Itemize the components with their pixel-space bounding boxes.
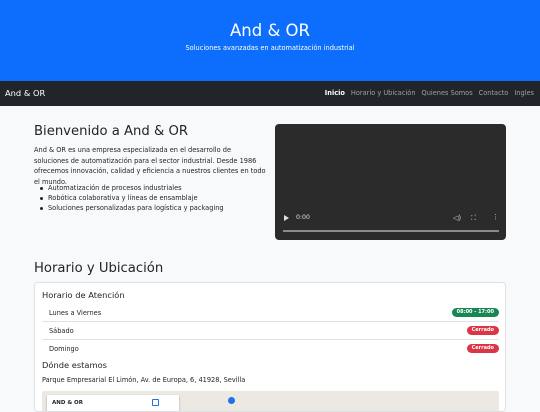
hero-banner: And & OR Soluciones avanzadas en automat… bbox=[0, 0, 540, 81]
schedule-day: Domingo bbox=[49, 345, 79, 353]
fullscreen-icon[interactable]: ⛶ bbox=[471, 214, 476, 223]
location-address: Parque Empresarial El Limón, Av. de Euro… bbox=[42, 376, 246, 384]
more-options-icon[interactable]: ⋮ bbox=[492, 213, 499, 221]
nav-links: Inicio Horario y Ubicación Quienes Somos… bbox=[325, 89, 534, 97]
status-badge: Cerrado bbox=[466, 344, 499, 353]
video-time: 0:00 bbox=[296, 214, 310, 221]
map-embed[interactable]: AND & OR bbox=[42, 391, 499, 411]
hero-subtitle: Soluciones avanzadas en automatización i… bbox=[185, 44, 355, 52]
schedule-day: Sábado bbox=[49, 327, 74, 335]
feature-list: Automatización de procesos industriales … bbox=[39, 183, 224, 213]
video-player[interactable]: 0:00 ◁) ⛶ ⋮ bbox=[275, 124, 506, 240]
hero-title: And & OR bbox=[229, 21, 311, 40]
list-item: Robótica colaborativa y líneas de ensamb… bbox=[39, 193, 224, 203]
location-title: Dónde estamos bbox=[42, 360, 107, 370]
map-info-card: AND & OR bbox=[47, 395, 179, 411]
volume-icon[interactable]: ◁) bbox=[453, 214, 461, 222]
welcome-title: Bienvenido a And & OR bbox=[34, 124, 188, 139]
map-card-title: AND & OR bbox=[52, 400, 83, 406]
schedule-card: Horario de Atención Lunes a Viernes 08:0… bbox=[34, 282, 506, 412]
nav-link-contacto[interactable]: Contacto bbox=[479, 89, 509, 97]
table-row: Sábado Cerrado bbox=[42, 322, 499, 340]
video-progress-bar[interactable] bbox=[283, 230, 499, 232]
navbar-brand[interactable]: And & OR bbox=[5, 88, 45, 98]
schedule-title: Horario y Ubicación bbox=[34, 261, 164, 276]
play-icon[interactable] bbox=[284, 215, 289, 221]
schedule-day: Lunes a Viernes bbox=[49, 309, 102, 317]
status-badge: 08:00 - 17:00 bbox=[451, 308, 499, 317]
welcome-text: And & OR es una empresa especializada en… bbox=[34, 146, 266, 186]
list-item: Automatización de procesos industriales bbox=[39, 183, 224, 193]
nav-link-quienes-somos[interactable]: Quienes Somos bbox=[422, 89, 473, 97]
map-pin-icon[interactable] bbox=[228, 397, 235, 404]
status-badge: Cerrado bbox=[466, 326, 499, 335]
navbar: And & OR Inicio Horario y Ubicación Quie… bbox=[0, 81, 540, 106]
list-item: Soluciones personalizadas para logística… bbox=[39, 203, 224, 213]
table-row: Domingo Cerrado bbox=[42, 340, 499, 358]
nav-link-ingles[interactable]: Ingles bbox=[514, 89, 534, 97]
hours-title: Horario de Atención bbox=[42, 290, 125, 300]
table-row: Lunes a Viernes 08:00 - 17:00 bbox=[42, 304, 499, 322]
nav-link-horario[interactable]: Horario y Ubicación bbox=[351, 89, 416, 97]
nav-link-inicio[interactable]: Inicio bbox=[325, 89, 345, 97]
